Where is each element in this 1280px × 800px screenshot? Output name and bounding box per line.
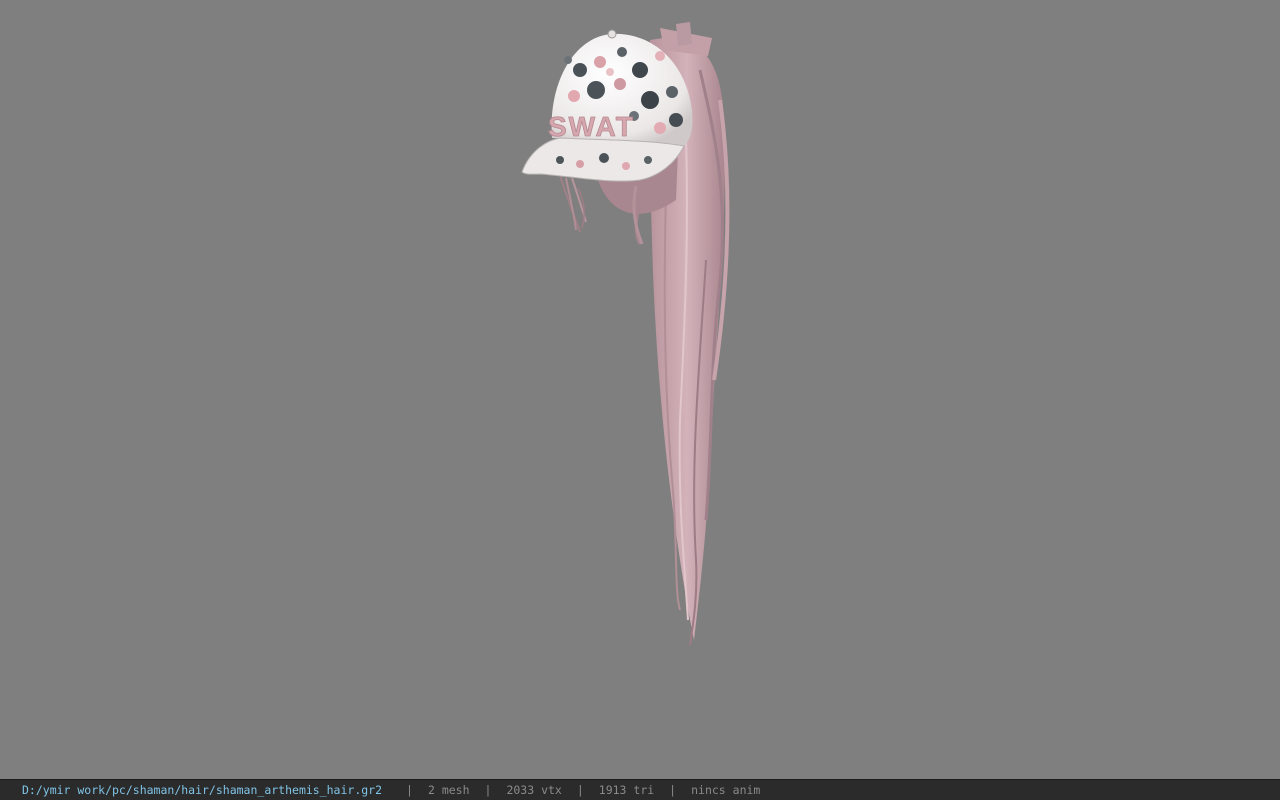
model-render: SWAT bbox=[521, 22, 730, 646]
3d-viewport[interactable]: SWAT bbox=[0, 0, 1280, 779]
separator: | bbox=[406, 783, 413, 797]
triangle-count: 1913 tri bbox=[598, 783, 655, 797]
mesh-count: 2 mesh bbox=[427, 783, 470, 797]
separator: | bbox=[669, 783, 677, 797]
file-path: D:/ymir work/pc/shaman/hair/shaman_arthe… bbox=[22, 783, 383, 797]
status-bar: D:/ymir work/pc/shaman/hair/shaman_arthe… bbox=[0, 779, 1280, 800]
separator: | bbox=[484, 783, 492, 797]
vertex-count: 2033 vtx bbox=[506, 783, 562, 797]
cap-lettering: SWAT bbox=[548, 111, 635, 142]
separator: | bbox=[576, 783, 584, 797]
animation-status: nincs anim bbox=[691, 783, 761, 797]
